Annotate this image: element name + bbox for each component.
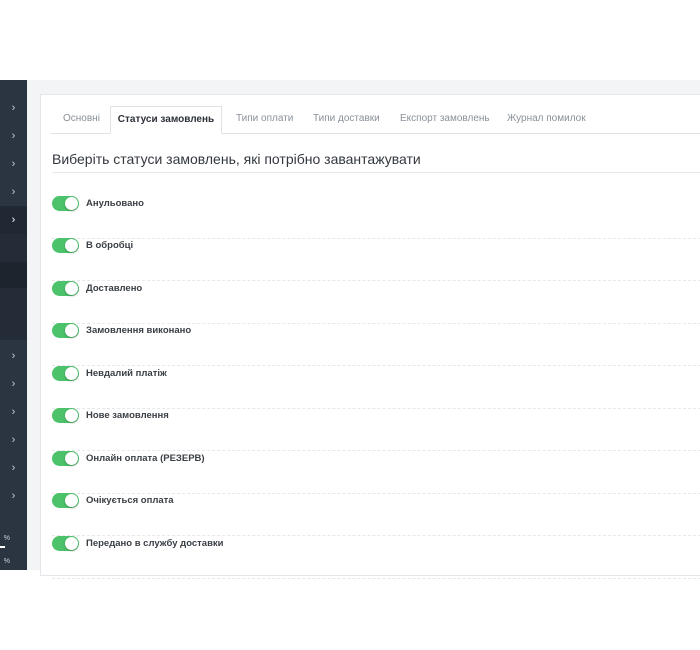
sidebar: › › › › › › › › › › › % % bbox=[0, 80, 27, 570]
toggle-knob bbox=[65, 239, 78, 252]
status-label: В обробці bbox=[86, 240, 134, 251]
heading-divider bbox=[52, 172, 700, 173]
sidebar-chevron-icon[interactable]: › bbox=[0, 482, 27, 510]
status-row: Онлайн оплата (РЕЗЕРВ) bbox=[52, 451, 700, 494]
settings-panel: Основні Статуси замовлень Типи оплати Ти… bbox=[40, 94, 700, 579]
tab-order-statuses[interactable]: Статуси замовлень bbox=[110, 106, 222, 134]
tab-delivery-types[interactable]: Типи доставки bbox=[313, 106, 380, 133]
toggle-knob bbox=[65, 282, 78, 295]
status-toggle[interactable] bbox=[52, 238, 79, 253]
status-toggle[interactable] bbox=[52, 408, 79, 423]
status-row: Передано в службу доставки bbox=[52, 536, 700, 579]
status-label: Нове замовлення bbox=[86, 410, 169, 421]
status-label: Невдалий платіж bbox=[86, 368, 167, 379]
toggle-knob bbox=[65, 367, 78, 380]
status-label: Онлайн оплата (РЕЗЕРВ) bbox=[86, 453, 205, 464]
tab-error-log[interactable]: Журнал помилок bbox=[507, 106, 586, 133]
sidebar-chevron-icon[interactable]: › bbox=[0, 122, 27, 150]
status-toggle[interactable] bbox=[52, 366, 79, 381]
sidebar-submenu-item[interactable] bbox=[0, 234, 27, 262]
sidebar-chevron-icon[interactable]: › bbox=[0, 178, 27, 206]
section-heading: Виберіть статуси замовлень, які потрібно… bbox=[52, 151, 421, 167]
status-row: Невдалий платіж bbox=[52, 366, 700, 409]
toggle-knob bbox=[65, 197, 78, 210]
sidebar-chevron-icon-active[interactable]: › bbox=[0, 206, 27, 234]
tab-bar: Основні Статуси замовлень Типи оплати Ти… bbox=[51, 106, 700, 134]
status-label: Замовлення виконано bbox=[86, 325, 192, 336]
status-row: В обробці bbox=[52, 238, 700, 281]
sidebar-submenu-item[interactable] bbox=[0, 262, 27, 288]
sidebar-percent-label: % bbox=[3, 535, 10, 542]
toggle-knob bbox=[65, 324, 78, 337]
sidebar-chevron-icon[interactable]: › bbox=[0, 426, 27, 454]
tab-basic[interactable]: Основні bbox=[63, 106, 100, 133]
sidebar-progress-bar bbox=[0, 546, 5, 548]
toggle-knob bbox=[65, 537, 78, 550]
sidebar-chevron-icon[interactable]: › bbox=[0, 150, 27, 178]
sidebar-chevron-icon[interactable]: › bbox=[0, 454, 27, 482]
tab-order-export[interactable]: Експорт замовлень bbox=[400, 106, 490, 133]
status-label: Очікується оплата bbox=[86, 495, 174, 506]
status-toggle[interactable] bbox=[52, 536, 79, 551]
status-row: Анульовано bbox=[52, 196, 700, 239]
status-row: Доставлено bbox=[52, 281, 700, 324]
toggle-knob bbox=[65, 494, 78, 507]
sidebar-chevron-icon[interactable]: › bbox=[0, 94, 27, 122]
sidebar-chevron-icon[interactable]: › bbox=[0, 342, 27, 370]
status-row: Замовлення виконано bbox=[52, 323, 700, 366]
status-toggle[interactable] bbox=[52, 493, 79, 508]
status-toggle[interactable] bbox=[52, 451, 79, 466]
status-label: Доставлено bbox=[86, 283, 143, 294]
sidebar-chevron-icon[interactable]: › bbox=[0, 370, 27, 398]
toggle-knob bbox=[65, 452, 78, 465]
status-row: Очікується оплата bbox=[52, 493, 700, 536]
status-toggle[interactable] bbox=[52, 196, 79, 211]
sidebar-percent-label: % bbox=[3, 558, 10, 565]
status-toggle[interactable] bbox=[52, 323, 79, 338]
sidebar-chevron-icon[interactable]: › bbox=[0, 398, 27, 426]
sidebar-submenu-item[interactable] bbox=[0, 288, 27, 340]
status-label: Анульовано bbox=[86, 198, 144, 209]
tab-payment-types[interactable]: Типи оплати bbox=[236, 106, 293, 133]
status-row: Нове замовлення bbox=[52, 408, 700, 451]
status-label: Передано в службу доставки bbox=[86, 538, 224, 549]
toggle-knob bbox=[65, 409, 78, 422]
status-toggle[interactable] bbox=[52, 281, 79, 296]
